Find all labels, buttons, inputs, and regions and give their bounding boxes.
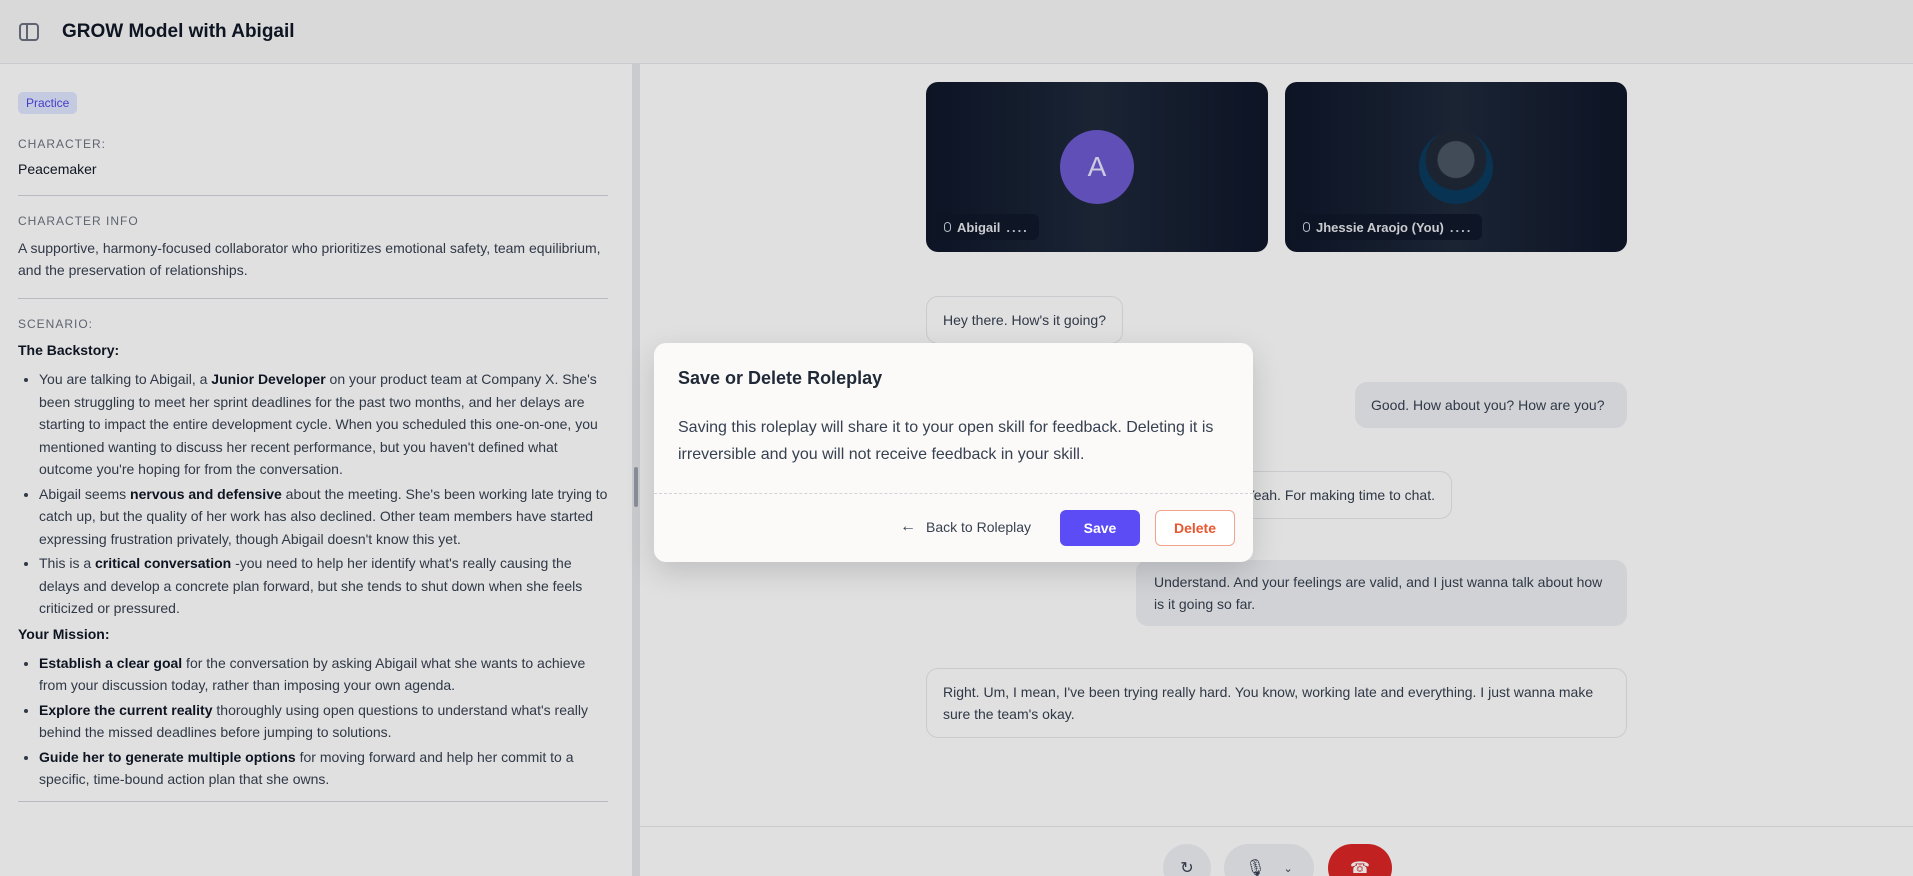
modal-title: Save or Delete Roleplay — [678, 368, 883, 388]
delete-button[interactable]: Delete — [1155, 510, 1235, 546]
divider — [654, 493, 1253, 494]
back-to-roleplay-button[interactable]: ← Back to Roleplay — [900, 509, 1031, 545]
arrow-left-icon: ← — [900, 518, 916, 535]
save-button[interactable]: Save — [1060, 510, 1140, 546]
back-label: Back to Roleplay — [926, 519, 1032, 535]
modal-body: Saving this roleplay will share it to yo… — [678, 419, 1214, 463]
save-delete-modal: Save or Delete Roleplay Saving this role… — [654, 343, 1253, 562]
